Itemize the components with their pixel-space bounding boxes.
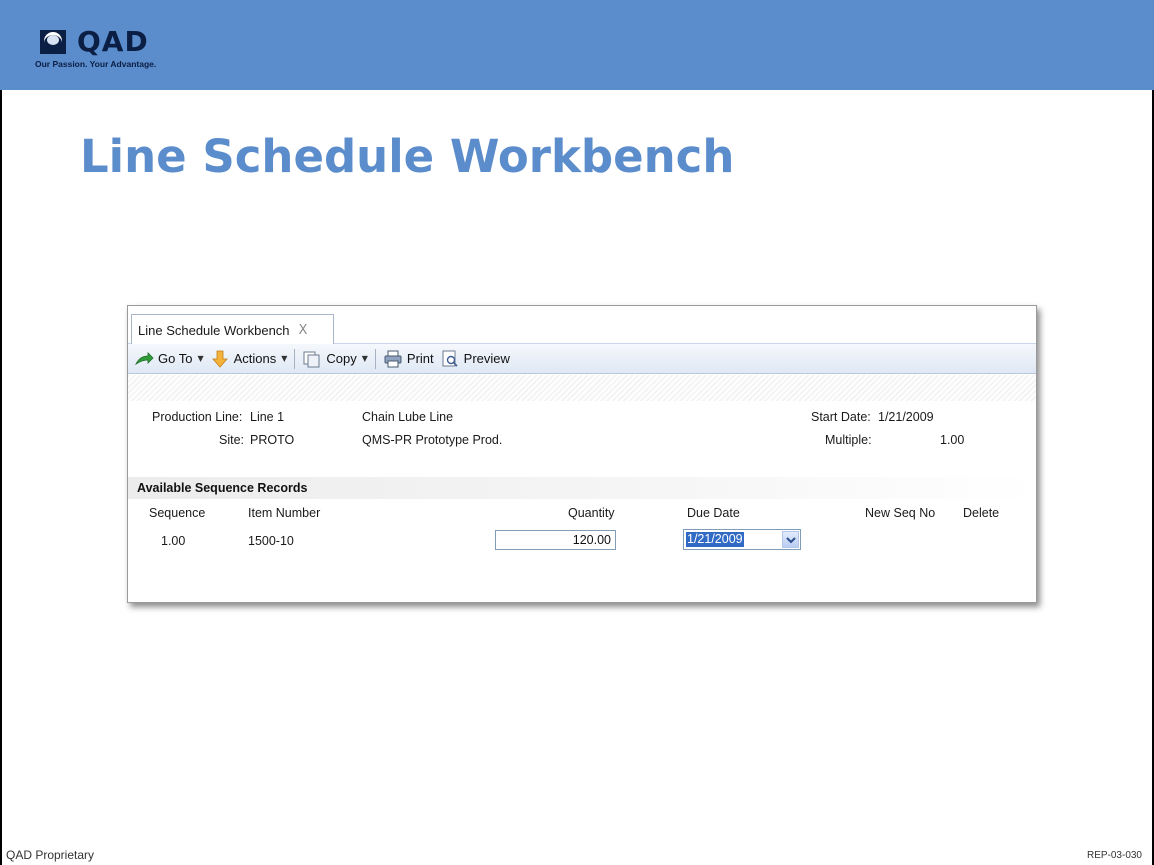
column-header-sequence: Sequence: [149, 506, 206, 520]
app-window: Line Schedule Workbench X Go To ▼ Action…: [127, 305, 1037, 603]
column-header-due-date: Due Date: [687, 506, 740, 520]
site-description: QMS-PR Prototype Prod.: [362, 433, 503, 447]
footer-slide-code: REP-03-030: [1086, 850, 1142, 861]
preview-label: Preview: [463, 351, 510, 366]
toolbar-subband: [128, 375, 1036, 401]
actions-button[interactable]: Actions ▼: [207, 347, 291, 371]
section-title: Available Sequence Records: [137, 481, 308, 495]
chevron-down-icon: ▼: [281, 354, 288, 363]
column-header-delete: Delete: [963, 506, 1000, 520]
multiple-value: 1.00: [940, 433, 965, 447]
slide-title: Line Schedule Workbench: [80, 130, 735, 183]
tab-strip: Line Schedule Workbench X: [128, 306, 1036, 345]
print-label: Print: [406, 351, 434, 366]
production-line-label: Production Line:: [152, 410, 243, 424]
goto-button[interactable]: Go To ▼: [131, 347, 207, 371]
toolbar: Go To ▼ Actions ▼ Copy ▼ Print Preview: [128, 344, 1036, 374]
actions-label: Actions: [233, 351, 277, 366]
site-value: PROTO: [250, 433, 295, 447]
site-label: Site:: [219, 433, 245, 447]
column-header-quantity: Quantity: [568, 506, 615, 520]
slide-banner: QAD Our Passion. Your Advantage.: [0, 0, 1154, 90]
toolbar-separator: [374, 348, 376, 369]
preview-icon: [442, 350, 458, 367]
toolbar-separator: [294, 348, 296, 369]
goto-arrow-icon: [134, 351, 154, 365]
logo-wordmark: QAD: [77, 25, 149, 58]
printer-icon: [384, 350, 402, 367]
preview-button[interactable]: Preview: [437, 347, 513, 371]
dropdown-button[interactable]: [782, 531, 799, 548]
production-line-value: Line 1: [250, 410, 285, 424]
column-header-item-number: Item Number: [248, 506, 321, 520]
row-sequence: 1.00: [161, 534, 186, 548]
quantity-input[interactable]: 120.00: [495, 530, 616, 550]
copy-icon: [303, 351, 320, 367]
chevron-down-icon: ▼: [361, 354, 368, 363]
chevron-down-icon: [785, 536, 796, 543]
start-date-label: Start Date:: [811, 410, 871, 424]
goto-label: Go To: [158, 351, 193, 366]
footer-proprietary: QAD Proprietary: [6, 848, 95, 862]
chevron-down-icon: ▼: [197, 354, 204, 363]
actions-arrow-icon: [211, 350, 228, 368]
production-line-description: Chain Lube Line: [362, 410, 454, 424]
due-date-value: 1/21/2009: [686, 532, 744, 547]
logo-tagline: Our Passion. Your Advantage.: [35, 59, 157, 69]
column-header-new-seq-no: New Seq No: [865, 506, 936, 520]
start-date-value: 1/21/2009: [878, 410, 934, 424]
tab-label: Line Schedule Workbench: [138, 322, 290, 338]
row-item-number: 1500-10: [248, 534, 294, 548]
qad-logo-mark-icon: [40, 30, 66, 54]
close-icon[interactable]: X: [299, 323, 308, 338]
qad-logo: QAD Our Passion. Your Advantage.: [35, 25, 185, 71]
copy-label: Copy: [326, 351, 357, 366]
print-button[interactable]: Print: [380, 347, 437, 371]
copy-button[interactable]: Copy ▼: [299, 347, 371, 371]
tab-line-schedule-workbench[interactable]: Line Schedule Workbench X: [131, 314, 334, 345]
multiple-label: Multiple:: [825, 433, 872, 447]
due-date-select[interactable]: 1/21/2009: [683, 529, 801, 550]
